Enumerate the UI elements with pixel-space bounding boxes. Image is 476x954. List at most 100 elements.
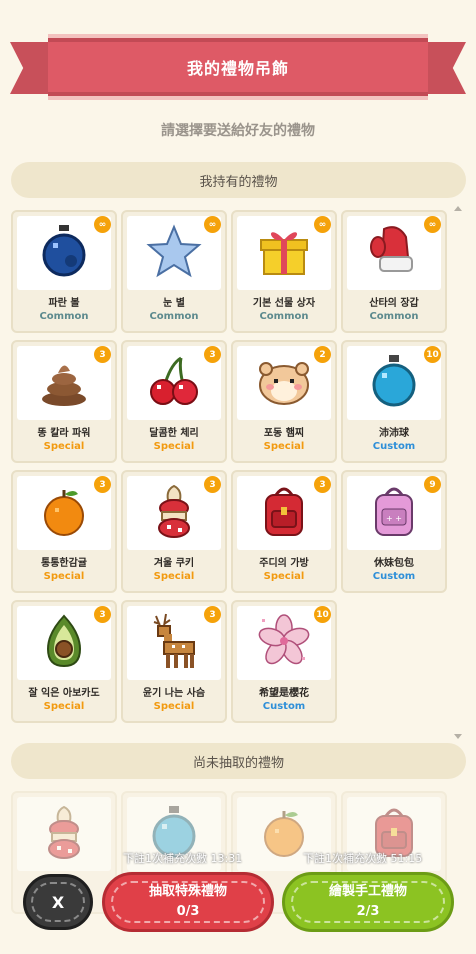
- draw-special-gift-button[interactable]: 抽取特殊禮物 0/3: [102, 872, 274, 932]
- gift-name: 산타의 장갑: [369, 298, 419, 309]
- gift-count-badge: 2: [314, 346, 331, 363]
- gift-name: 잘 익은 아보카도: [28, 688, 100, 699]
- gift-card[interactable]: ∞ 눈 별 Common: [121, 210, 227, 333]
- page-subtitle: 請選擇要送給好友的禮物: [161, 123, 315, 139]
- pink-bag-icon: + +: [370, 483, 418, 543]
- close-button[interactable]: X: [23, 874, 93, 930]
- gift-card[interactable]: 3 윤기 나는 사슴 Special: [121, 600, 227, 723]
- action-bar: X 抽取特殊禮物 0/3 繪製手工禮物 2/3: [0, 870, 476, 934]
- gift-count-badge: 3: [204, 606, 221, 623]
- mitten-icon: [368, 223, 420, 283]
- gift-count-badge: 3: [204, 346, 221, 363]
- gift-count-badge: 3: [94, 606, 111, 623]
- sakura-icon: [256, 613, 312, 673]
- gift-count-badge: ∞: [94, 216, 111, 233]
- cherry-icon: [147, 354, 201, 412]
- owned-gifts-grid: ∞ 파란 볼 Common ∞ 눈 별 Common ∞ 기본 선물 상자 Common ∞ 산타의…: [11, 210, 451, 730]
- draw-custom-label: 繪製手工禮物: [328, 884, 407, 899]
- draw-special-label: 抽取特殊禮物: [148, 884, 227, 899]
- gift-card[interactable]: 3 달콤한 체리 Special: [121, 340, 227, 463]
- gift-card[interactable]: 3 통통한감귤 Special: [11, 470, 117, 593]
- gift-name: 주디의 가방: [259, 558, 309, 569]
- page-title: 我的禮物吊飾: [186, 59, 289, 78]
- cookie-icon: [42, 803, 86, 865]
- gift-count-badge: ∞: [204, 216, 221, 233]
- avocado-icon: [42, 613, 86, 673]
- gift-name: 통통한감귤: [41, 558, 87, 569]
- gift-rarity: Custom: [262, 701, 306, 712]
- gift-rarity: Special: [153, 571, 195, 582]
- scroll-down-icon[interactable]: [454, 734, 462, 739]
- gift-rarity: Special: [43, 441, 85, 452]
- svg-text:+ +: + +: [386, 514, 402, 523]
- special-refill-timer: 下註1次補充次數 13:31: [123, 852, 243, 865]
- poop-icon: [38, 355, 90, 411]
- gift-count-badge: 9: [424, 476, 441, 493]
- gift-rarity: Special: [263, 441, 305, 452]
- gift-rarity: Special: [43, 701, 85, 712]
- gift-name: 윤기 나는 사슴: [142, 688, 206, 699]
- gift-name: 기본 선물 상자: [252, 298, 316, 309]
- gift-count-badge: 3: [204, 476, 221, 493]
- gift-box-icon: [258, 224, 310, 282]
- gift-count-badge: 3: [94, 346, 111, 363]
- gift-card[interactable]: ∞ 산타의 장갑 Common: [341, 210, 447, 333]
- gift-card[interactable]: 10 希望是櫻花 Custom: [231, 600, 337, 723]
- teal-ornament-icon: [369, 353, 419, 413]
- gift-count-badge: 10: [314, 606, 331, 623]
- gift-rarity: Custom: [372, 571, 416, 582]
- gift-name: 沛沛球: [379, 428, 409, 439]
- gift-name: 希望是櫻花: [259, 688, 309, 699]
- scroll-up-icon[interactable]: [454, 206, 462, 211]
- gift-image: [17, 797, 111, 871]
- deer-icon: [146, 612, 202, 674]
- gift-card[interactable]: 3 똥 칼라 파워 Special: [11, 340, 117, 463]
- gift-card[interactable]: 2 포동 햄찌 Special: [231, 340, 337, 463]
- tangerine-icon: [38, 484, 90, 542]
- gift-rarity: Common: [149, 311, 199, 322]
- draw-special-count: 0/3: [176, 904, 200, 919]
- gift-rarity: Common: [369, 311, 419, 322]
- gift-rarity: Custom: [372, 441, 416, 452]
- gift-card[interactable]: ∞ 파란 볼 Common: [11, 210, 117, 333]
- gift-count-badge: ∞: [424, 216, 441, 233]
- gift-card[interactable]: 3 주디의 가방 Special: [231, 470, 337, 593]
- gift-rarity: Common: [39, 311, 89, 322]
- owned-gifts-header: 我持有的禮物: [11, 162, 466, 198]
- gift-card[interactable]: + + 9 休妹包包 Custom: [341, 470, 447, 593]
- gift-count-badge: 3: [314, 476, 331, 493]
- gift-name: 파란 볼: [48, 298, 80, 309]
- cookie-icon: [152, 482, 196, 544]
- ribbon: 我的禮物吊飾: [48, 34, 428, 100]
- gift-name: 休妹包包: [374, 558, 414, 569]
- gift-rarity: Common: [259, 311, 309, 322]
- gift-rarity: Special: [153, 441, 195, 452]
- gift-card[interactable]: 3 잘 익은 아보카도 Special: [11, 600, 117, 723]
- blue-ornament-icon: [39, 223, 89, 283]
- close-icon: X: [51, 892, 65, 912]
- hamster-icon: [256, 355, 312, 411]
- red-bag-icon: [260, 483, 308, 543]
- star-icon: [146, 224, 202, 282]
- gift-name: 달콤한 체리: [149, 428, 199, 439]
- title-banner: 我的禮物吊飾: [10, 34, 466, 102]
- gift-rarity: Special: [43, 571, 85, 582]
- gift-count-badge: 10: [424, 346, 441, 363]
- gift-card[interactable]: ∞ 기본 선물 상자 Common: [231, 210, 337, 333]
- owned-gifts-title: 我持有的禮物: [199, 174, 278, 190]
- gift-card[interactable]: 10 沛沛球 Custom: [341, 340, 447, 463]
- undrawn-gifts-header: 尚未抽取的禮物: [11, 743, 466, 779]
- gift-count-badge: ∞: [314, 216, 331, 233]
- gift-card[interactable]: 3 겨울 쿠키 Special: [121, 470, 227, 593]
- draw-custom-gift-button[interactable]: 繪製手工禮物 2/3: [282, 872, 454, 932]
- undrawn-gifts-title: 尚未抽取的禮物: [192, 755, 284, 771]
- gift-name: 똥 칼라 파워: [37, 428, 91, 439]
- gift-name: 눈 별: [163, 298, 185, 309]
- draw-custom-count: 2/3: [356, 904, 380, 919]
- gift-name: 겨울 쿠키: [153, 558, 195, 569]
- gift-count-badge: 3: [94, 476, 111, 493]
- gift-name: 포동 햄찌: [263, 428, 305, 439]
- gift-rarity: Special: [263, 571, 305, 582]
- gift-rarity: Special: [153, 701, 195, 712]
- custom-refill-timer: 下註1次補充次數 51:15: [303, 852, 423, 865]
